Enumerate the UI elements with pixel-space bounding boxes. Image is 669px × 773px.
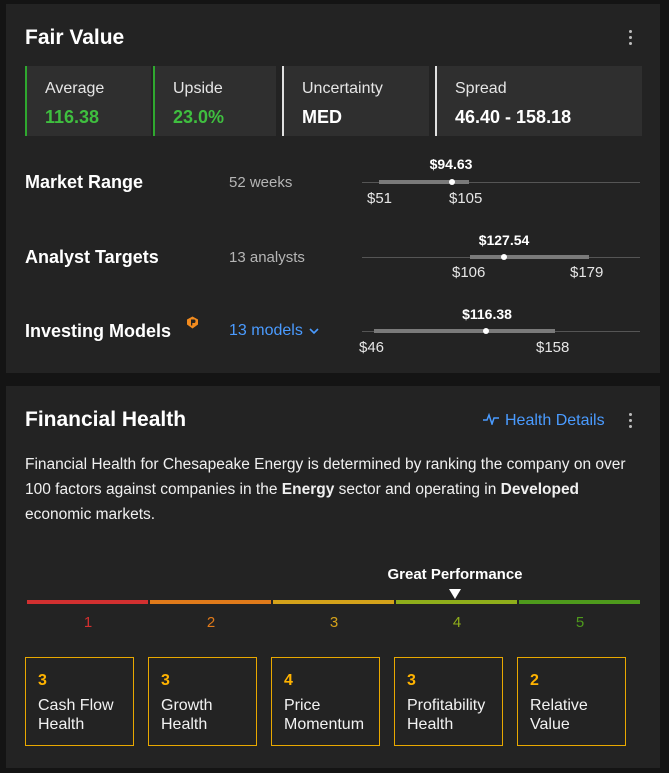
health-scale-segment-5	[519, 600, 640, 604]
stat-label: Spread	[455, 80, 507, 97]
performance-label: Great Performance	[387, 566, 523, 583]
investing-models-band	[374, 329, 555, 333]
health-details-label: Health Details	[505, 412, 605, 429]
pulse-line-icon	[483, 412, 499, 430]
description-sector: Energy	[281, 481, 335, 498]
market-range-period: 52 weeks	[229, 174, 293, 191]
health-scale-number: 4	[452, 614, 462, 631]
health-category-price-momentum[interactable]: 4 Price Momentum	[271, 657, 380, 746]
fair-value-card: Fair Value Average 116.38 Upside 23.0% U…	[6, 4, 660, 373]
kebab-menu-icon[interactable]	[629, 413, 633, 428]
category-score: 4	[284, 672, 293, 689]
market-range-low: $51	[367, 190, 393, 207]
market-range-high: $105	[449, 190, 483, 207]
health-category-profitability[interactable]: 3 Profitability Health	[394, 657, 503, 746]
category-name: Profitability Health	[407, 697, 486, 733]
description-text: economic markets.	[25, 506, 156, 523]
category-name: Relative Value	[530, 697, 588, 733]
stat-value: 23.0%	[173, 107, 225, 127]
health-scale-segment-3	[273, 600, 394, 604]
investing-models-marker	[483, 328, 489, 334]
health-scale-number: 1	[83, 614, 93, 631]
kebab-menu-icon[interactable]	[629, 30, 633, 45]
stat-average: Average 116.38	[25, 66, 151, 136]
stat-label: Upside	[173, 80, 223, 97]
health-scale-number: 5	[575, 614, 585, 631]
health-category-relative-value[interactable]: 2 Relative Value	[517, 657, 626, 746]
health-scale-segment-1	[27, 600, 148, 604]
financial-health-title: Financial Health	[25, 408, 187, 431]
category-score: 2	[530, 672, 539, 689]
stat-spread: Spread 46.40 - 158.18	[435, 66, 642, 136]
health-details-link[interactable]: Health Details	[483, 412, 605, 430]
health-scale-segment-4	[396, 600, 517, 604]
stat-label: Uncertainty	[302, 80, 383, 97]
category-name: Growth Health	[161, 697, 213, 733]
investing-models-link[interactable]: 13 models	[229, 322, 319, 340]
analyst-targets-high: $179	[570, 264, 604, 281]
category-name: Cash Flow Health	[38, 697, 114, 733]
analyst-targets-band	[470, 255, 589, 259]
stat-upside: Upside 23.0%	[153, 66, 276, 136]
stat-value: MED	[302, 107, 342, 127]
stat-uncertainty: Uncertainty MED	[282, 66, 429, 136]
stat-value: 116.38	[45, 107, 100, 127]
health-category-cash-flow[interactable]: 3 Cash Flow Health	[25, 657, 134, 746]
investing-models-high: $158	[536, 339, 570, 356]
financial-health-description: Financial Health for Chesapeake Energy i…	[25, 452, 645, 527]
performance-pointer-icon	[449, 589, 461, 599]
market-range-marker	[449, 179, 455, 185]
market-range-label: Market Range	[25, 172, 144, 192]
analyst-targets-label: Analyst Targets	[25, 247, 159, 267]
health-category-growth[interactable]: 3 Growth Health	[148, 657, 257, 746]
market-range-current-price: $94.63	[429, 156, 473, 172]
investing-models-link-label: 13 models	[229, 322, 303, 340]
analyst-targets-low: $106	[452, 264, 486, 281]
pro-badge-icon	[186, 316, 199, 329]
analyst-targets-count: 13 analysts	[229, 249, 305, 266]
chevron-down-icon	[309, 322, 319, 340]
investing-models-low: $46	[359, 339, 385, 356]
investing-models-current-price: $116.38	[462, 306, 512, 322]
description-text: sector and operating in	[334, 481, 501, 498]
investing-models-label: Investing Models	[25, 321, 172, 341]
stat-value: 46.40 - 158.18	[455, 107, 572, 127]
health-scale-segment-2	[150, 600, 271, 604]
health-scale-number: 2	[206, 614, 216, 631]
analyst-targets-marker	[501, 254, 507, 260]
health-scale-number: 3	[329, 614, 339, 631]
financial-health-card: Financial Health Health Details Financia…	[6, 386, 660, 768]
market-range-band	[379, 180, 469, 184]
analyst-targets-current-price: $127.54	[478, 232, 530, 248]
category-score: 3	[407, 672, 416, 689]
category-name: Price Momentum	[284, 697, 365, 733]
category-score: 3	[38, 672, 47, 689]
stat-label: Average	[45, 80, 105, 97]
category-score: 3	[161, 672, 170, 689]
fair-value-title: Fair Value	[25, 26, 125, 49]
description-market: Developed	[500, 481, 580, 498]
